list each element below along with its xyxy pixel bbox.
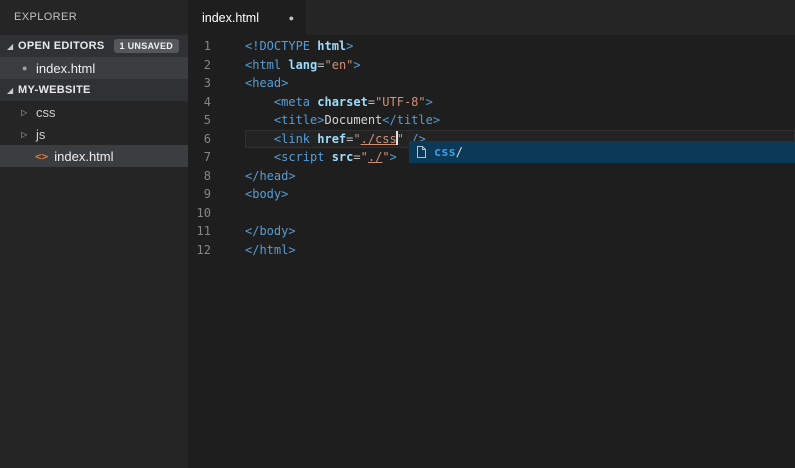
line-number: 3 — [188, 74, 245, 93]
section-expanded-icon: ◢ — [7, 86, 18, 95]
code-line-8[interactable]: 8</head> — [188, 167, 795, 186]
open-editors-label: OPEN EDITORS — [18, 40, 105, 52]
line-number: 6 — [188, 130, 245, 149]
file-icon — [416, 145, 427, 159]
code-line-2[interactable]: 2<html lang="en"> — [188, 56, 795, 75]
line-number: 4 — [188, 93, 245, 112]
modified-dot-icon: ● — [22, 63, 33, 73]
line-number: 9 — [188, 185, 245, 204]
code-text: </body> — [245, 222, 795, 241]
sidebar-item-css[interactable]: ▷ css — [0, 101, 188, 123]
chevron-right-icon: ▷ — [21, 130, 32, 139]
sidebar-item-index-html[interactable]: <> index.html — [0, 145, 188, 167]
vscode-window: EXPLORER ◢ OPEN EDITORS 1 UNSAVED ● inde… — [0, 0, 795, 468]
tab-index-html[interactable]: index.html ● — [188, 0, 306, 35]
line-number: 11 — [188, 222, 245, 241]
file-label: index.html — [54, 149, 113, 164]
editor-group: index.html ● 1<!DOCTYPE html>2<html lang… — [188, 0, 795, 468]
code-text — [245, 204, 795, 223]
html-file-icon: <> — [35, 150, 48, 163]
chevron-right-icon: ▷ — [21, 108, 32, 117]
tab-label: index.html — [202, 11, 289, 25]
code-text: <meta charset="UTF-8"> — [245, 93, 795, 112]
code-text: </html> — [245, 241, 795, 260]
suggest-item-label: css/ — [434, 145, 463, 159]
code-text: </head> — [245, 167, 795, 186]
line-number: 2 — [188, 56, 245, 75]
code-line-11[interactable]: 11</body> — [188, 222, 795, 241]
suggest-widget: css/ — [409, 141, 795, 163]
code-line-12[interactable]: 12</html> — [188, 241, 795, 260]
workspace-label: MY-WEBSITE — [18, 84, 91, 96]
tab-bar: index.html ● — [188, 0, 795, 35]
explorer-title: EXPLORER — [0, 0, 188, 35]
code-text: <html lang="en"> — [245, 56, 795, 75]
line-number: 10 — [188, 204, 245, 223]
open-editors-section-header[interactable]: ◢ OPEN EDITORS 1 UNSAVED — [0, 35, 188, 57]
code-line-4[interactable]: 4 <meta charset="UTF-8"> — [188, 93, 795, 112]
sidebar-item-js[interactable]: ▷ js — [0, 123, 188, 145]
code-editor[interactable]: 1<!DOCTYPE html>2<html lang="en">3<head>… — [188, 35, 795, 468]
modified-dot-icon[interactable]: ● — [289, 13, 294, 23]
line-number: 1 — [188, 37, 245, 56]
folder-label: css — [36, 105, 56, 120]
suggest-item-css[interactable]: css/ — [409, 141, 795, 163]
code-line-1[interactable]: 1<!DOCTYPE html> — [188, 37, 795, 56]
code-text: <!DOCTYPE html> — [245, 37, 795, 56]
code-line-10[interactable]: 10 — [188, 204, 795, 223]
line-number: 12 — [188, 241, 245, 260]
line-number: 7 — [188, 148, 245, 167]
line-number: 5 — [188, 111, 245, 130]
unsaved-count-badge: 1 UNSAVED — [114, 39, 180, 53]
folder-label: js — [36, 127, 45, 142]
line-number: 8 — [188, 167, 245, 186]
open-editor-item-index-html[interactable]: ● index.html — [0, 57, 188, 79]
code-text: <head> — [245, 74, 795, 93]
code-text: <body> — [245, 185, 795, 204]
code-line-9[interactable]: 9<body> — [188, 185, 795, 204]
explorer-sidebar: EXPLORER ◢ OPEN EDITORS 1 UNSAVED ● inde… — [0, 0, 188, 468]
code-line-5[interactable]: 5 <title>Document</title> — [188, 111, 795, 130]
section-expanded-icon: ◢ — [7, 42, 18, 51]
workspace-section-header[interactable]: ◢ MY-WEBSITE — [0, 79, 188, 101]
open-editor-item-label: index.html — [36, 61, 95, 76]
code-line-3[interactable]: 3<head> — [188, 74, 795, 93]
code-text: <title>Document</title> — [245, 111, 795, 130]
